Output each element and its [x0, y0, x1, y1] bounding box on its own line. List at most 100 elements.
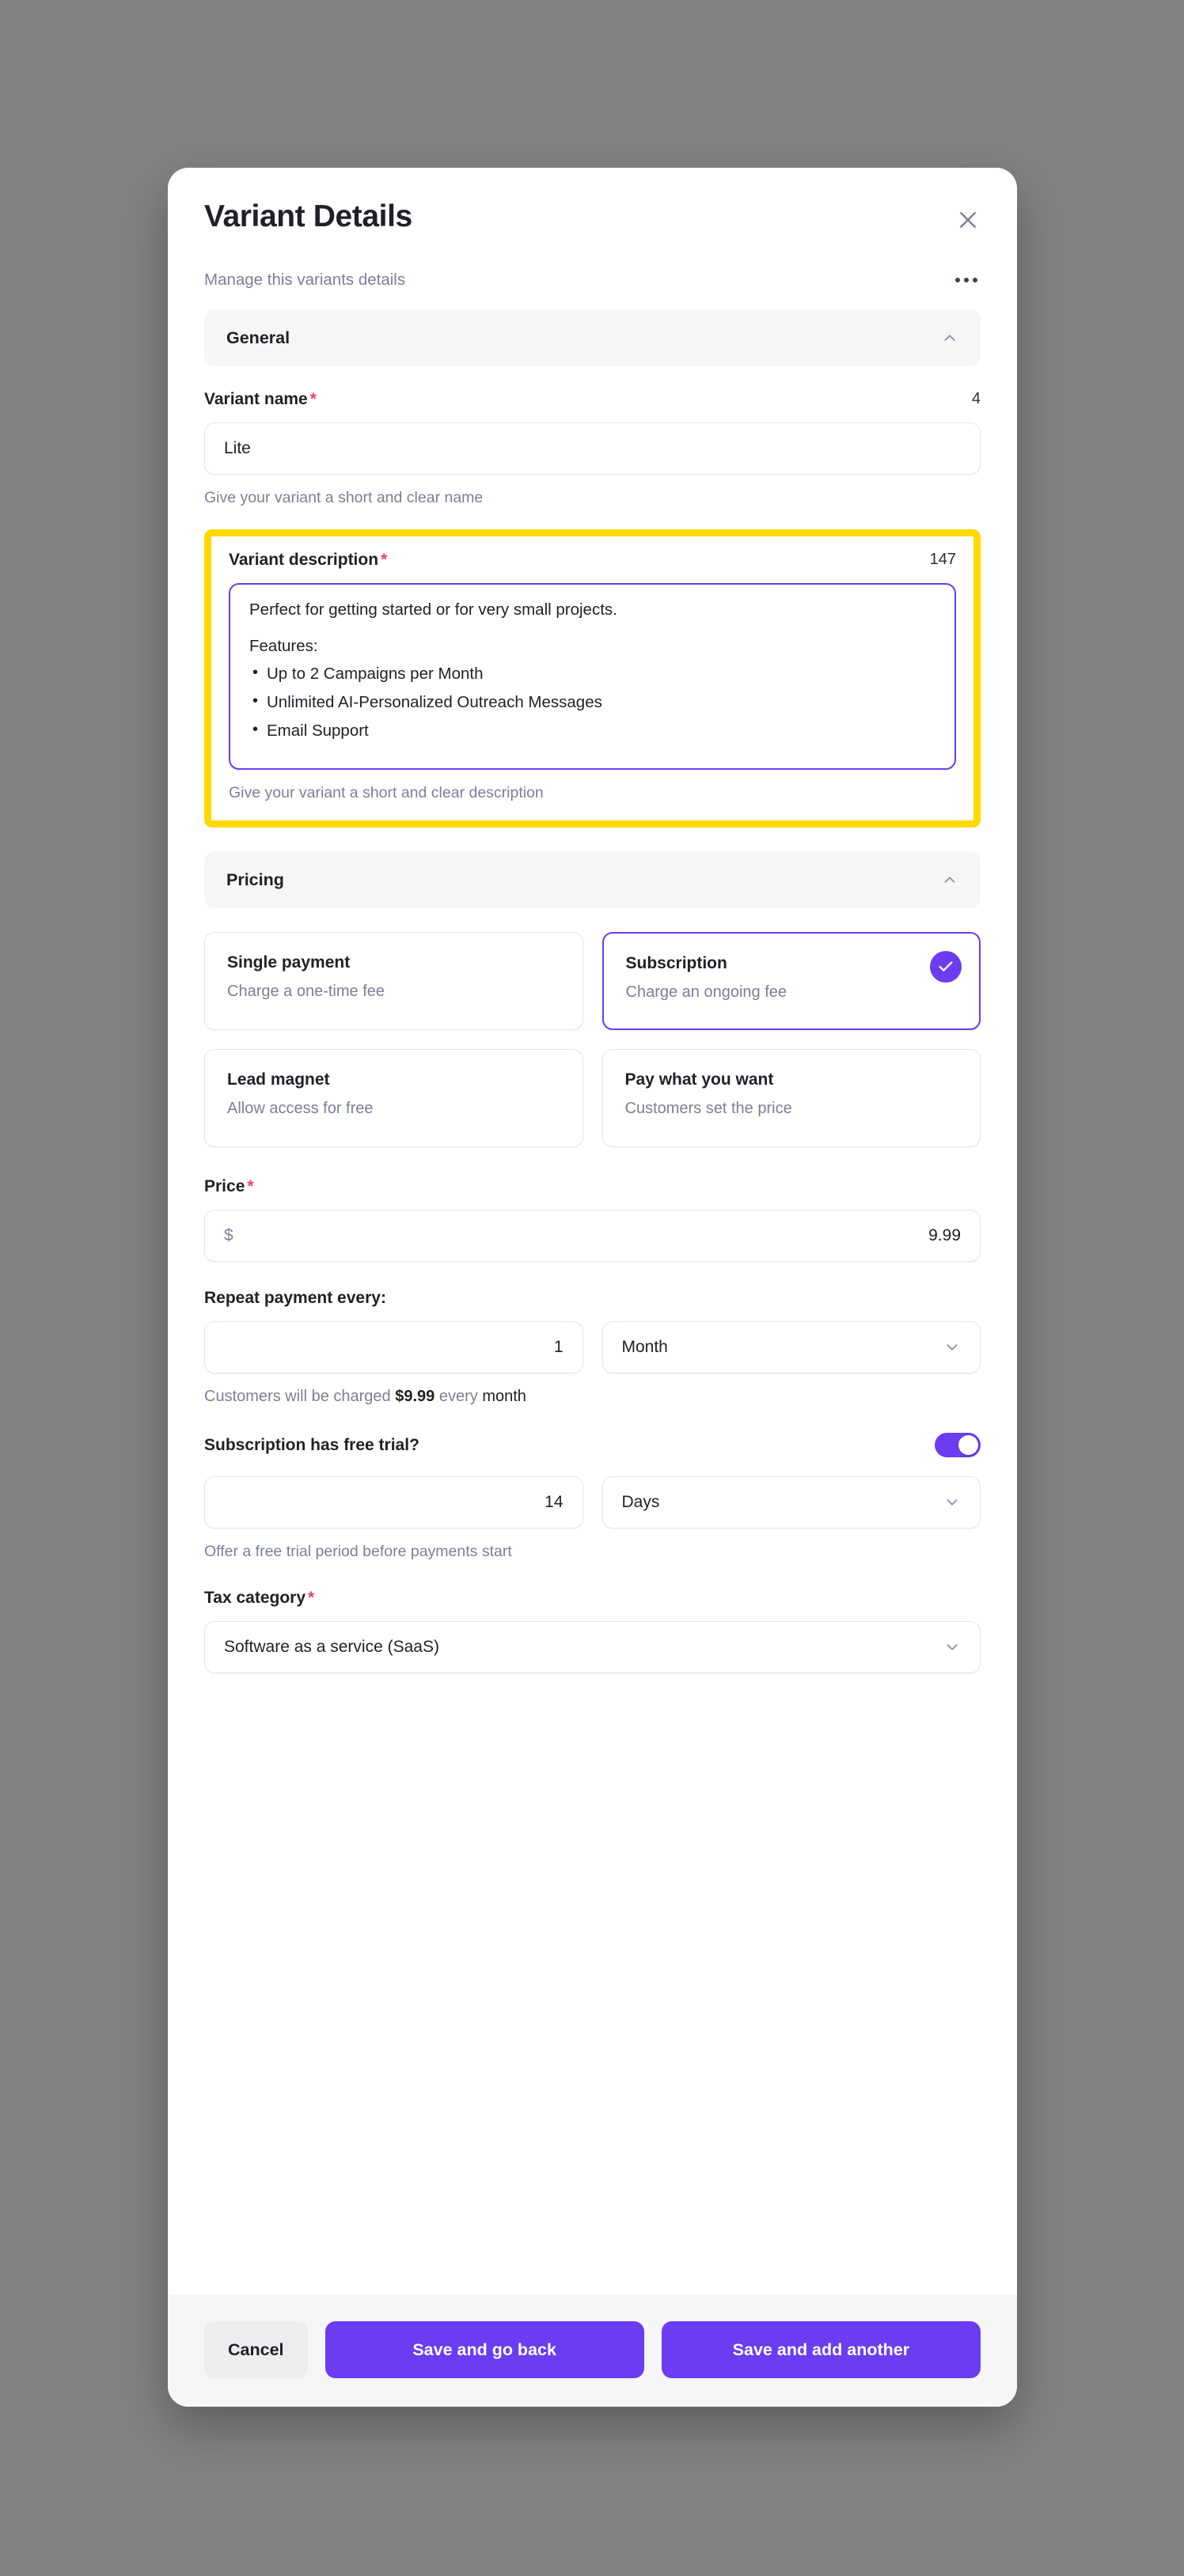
pricing-option-title: Lead magnet — [227, 1070, 330, 1089]
variant-description-label: Variant description * — [229, 551, 387, 570]
kebab-dot — [973, 278, 977, 283]
price-label: Price * — [204, 1177, 254, 1196]
free-trial-duration-value: 14 — [545, 1493, 564, 1512]
repeat-interval-value: 1 — [553, 1338, 564, 1357]
charge-note-amount: $9.99 — [395, 1388, 435, 1406]
more-options-icon[interactable] — [952, 271, 981, 289]
variant-description-highlight: Variant description * 147 Perfect for get… — [204, 528, 981, 828]
save-and-add-another-button[interactable]: Save and add another — [661, 2321, 981, 2378]
required-asterisk: * — [381, 550, 388, 569]
field-variant-description: Variant description * 147 Perfect for get… — [229, 551, 956, 803]
pricing-option-title: Subscription — [625, 954, 727, 973]
page-title: Variant Details — [204, 199, 412, 233]
chevron-up-icon[interactable] — [941, 871, 958, 888]
pricing-option-lead-magnet[interactable]: Lead magnet Allow access for free — [204, 1049, 583, 1148]
modal-header: Variant Details — [168, 168, 1017, 235]
variant-name-hint: Give your variant a short and clear name — [204, 489, 484, 507]
list-item: Unlimited AI-Personalized Outreach Messa… — [249, 692, 935, 712]
variant-description-label-row: Variant description * 147 — [229, 551, 956, 570]
pricing-option-subtitle: Allow access for free — [227, 1100, 374, 1118]
free-trial-duration-input[interactable]: 14 — [204, 1476, 583, 1529]
pricing-option-title: Pay what you want — [624, 1070, 774, 1089]
variant-description-label-text: Variant description — [229, 550, 379, 569]
pricing-option-subtitle: Charge a one-time fee — [227, 983, 385, 1001]
variant-name-label-row: Variant name * 4 — [204, 390, 981, 409]
section-header-pricing[interactable]: Pricing — [204, 851, 981, 909]
kebab-dot — [964, 278, 969, 283]
free-trial-row: 14 Days — [204, 1476, 981, 1529]
variant-description-counter: 147 — [929, 550, 956, 568]
price-input[interactable]: $ 9.99 — [204, 1210, 981, 1263]
field-free-trial-duration: 14 Days Offer a free trial period before… — [204, 1476, 981, 1562]
description-feature-list: Up to 2 Campaigns per Month Unlimited AI… — [249, 664, 935, 741]
chevron-down-icon[interactable] — [943, 1339, 961, 1356]
pricing-option-subtitle: Charge an ongoing fee — [625, 983, 787, 1002]
pricing-option-subtitle: Customers set the price — [624, 1100, 792, 1118]
variant-name-label-text: Variant name — [204, 390, 308, 409]
description-intro: Perfect for getting started or for very … — [249, 600, 617, 619]
repeat-payment-row: 1 Month — [204, 1321, 981, 1374]
field-variant-name: Variant name * 4 Lite Give your variant a… — [204, 390, 981, 508]
list-item: Up to 2 Campaigns per Month — [249, 664, 935, 684]
required-asterisk: * — [247, 1177, 254, 1196]
subtitle-row: Manage this variants details — [168, 270, 1017, 291]
kebab-dot — [955, 278, 960, 283]
close-icon[interactable] — [954, 206, 982, 234]
field-repeat-payment: Repeat payment every: 1 Month Customers … — [204, 1289, 981, 1406]
field-tax-category: Tax category * Software as a service (Saa… — [204, 1589, 981, 1674]
price-label-row: Price * — [204, 1177, 981, 1196]
tax-category-label: Tax category * — [204, 1589, 314, 1608]
repeat-unit-select[interactable]: Month — [601, 1321, 981, 1374]
repeat-label-row: Repeat payment every: — [204, 1289, 981, 1308]
free-trial-toggle-row: Subscription has free trial? — [204, 1433, 981, 1458]
charge-note-prefix: Customers will be charged — [204, 1388, 396, 1406]
chevron-down-icon[interactable] — [943, 1494, 961, 1511]
list-item: Email Support — [249, 721, 935, 741]
chevron-down-icon[interactable] — [943, 1638, 961, 1656]
repeat-interval-input[interactable]: 1 — [204, 1321, 583, 1374]
variant-name-input[interactable]: Lite — [204, 422, 981, 475]
free-trial-toggle[interactable] — [935, 1433, 981, 1458]
tax-category-value: Software as a service (SaaS) — [224, 1638, 439, 1657]
toggle-knob — [958, 1435, 978, 1456]
free-trial-unit-select[interactable]: Days — [601, 1476, 981, 1529]
tax-category-select[interactable]: Software as a service (SaaS) — [204, 1621, 981, 1674]
required-asterisk: * — [309, 390, 317, 409]
pricing-option-pay-what-you-want[interactable]: Pay what you want Customers set the pric… — [601, 1049, 981, 1148]
charge-note-unit: month — [482, 1388, 526, 1406]
tax-category-label-text: Tax category — [204, 1589, 305, 1608]
free-trial-label: Subscription has free trial? — [204, 1435, 419, 1454]
pricing-option-subscription[interactable]: Subscription Charge an ongoing fee — [601, 932, 981, 1031]
field-price: Price * $ 9.99 — [204, 1177, 981, 1263]
save-and-go-back-button[interactable]: Save and go back — [324, 2321, 644, 2378]
required-asterisk: * — [308, 1589, 315, 1608]
variant-description-hint: Give your variant a short and clear desc… — [229, 783, 544, 801]
currency-symbol: $ — [224, 1226, 233, 1245]
free-trial-unit-value: Days — [621, 1493, 660, 1512]
section-title-pricing: Pricing — [226, 869, 284, 889]
pricing-option-title: Single payment — [227, 953, 351, 972]
repeat-unit-value: Month — [621, 1338, 668, 1357]
check-icon — [930, 951, 962, 983]
cancel-button[interactable]: Cancel — [204, 2321, 308, 2378]
variant-description-textarea[interactable]: Perfect for getting started or for very … — [229, 582, 956, 770]
description-features-label: Features: — [249, 636, 318, 655]
variant-details-modal: Variant Details Manage this variants det… — [168, 168, 1017, 2407]
variant-name-label: Variant name * — [204, 390, 317, 409]
pricing-option-single-payment[interactable]: Single payment Charge a one-time fee — [204, 932, 583, 1031]
pricing-options-grid: Single payment Charge a one-time fee Sub… — [204, 932, 981, 1148]
chevron-up-icon[interactable] — [941, 329, 958, 347]
variant-name-counter: 4 — [971, 390, 981, 408]
variant-name-value: Lite — [224, 439, 251, 458]
price-label-text: Price — [204, 1177, 245, 1196]
repeat-payment-label: Repeat payment every: — [204, 1289, 386, 1308]
modal-subtitle: Manage this variants details — [204, 270, 406, 289]
section-title-general: General — [226, 328, 290, 347]
free-trial-hint: Offer a free trial period before payment… — [204, 1543, 512, 1561]
price-value: 9.99 — [928, 1226, 961, 1245]
charge-summary-note: Customers will be charged $9.99 every mo… — [204, 1388, 981, 1406]
modal-body: General Variant name * 4 Lite Give your v… — [168, 290, 1017, 2294]
section-header-general[interactable]: General — [204, 309, 981, 367]
charge-note-middle: every — [435, 1388, 483, 1406]
